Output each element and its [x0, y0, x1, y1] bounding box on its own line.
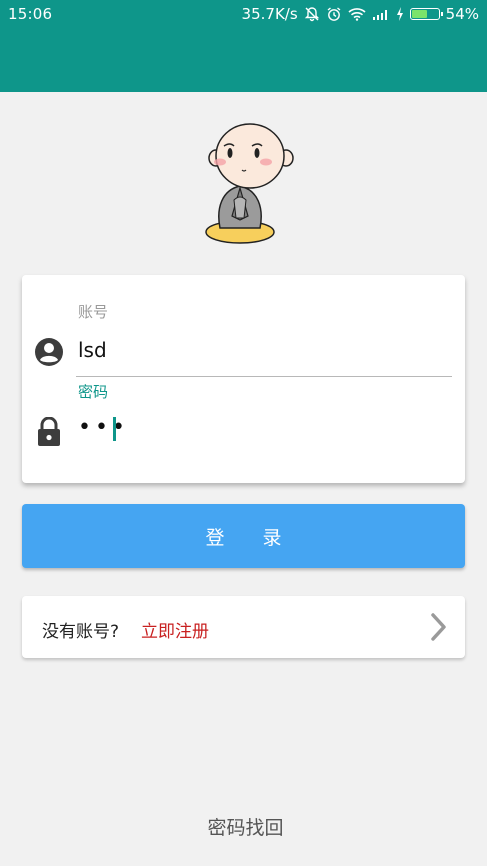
- battery-percent: 54%: [445, 5, 479, 23]
- text-cursor: [113, 417, 116, 441]
- bell-off-icon: [304, 6, 320, 22]
- recover-password-link[interactable]: 密码找回: [0, 813, 487, 840]
- monk-mascot-icon: [190, 120, 298, 246]
- login-button[interactable]: 登 录: [22, 504, 465, 568]
- status-time: 15:06: [8, 5, 53, 23]
- network-speed: 35.7K/s: [241, 5, 298, 23]
- charging-icon: [396, 7, 404, 21]
- signal-icon: [372, 8, 390, 20]
- chevron-right-icon[interactable]: [429, 612, 449, 646]
- app-header: 15:06 35.7K/s 54%: [0, 0, 487, 92]
- wifi-icon: [348, 7, 366, 21]
- recover-label: 密码找回: [207, 817, 284, 839]
- username-field[interactable]: lsd: [78, 338, 107, 362]
- lock-icon: [37, 416, 61, 451]
- password-field[interactable]: •••: [78, 415, 129, 440]
- username-underline: [76, 376, 452, 377]
- no-account-text: 没有账号?: [42, 622, 120, 642]
- register-link[interactable]: 立即注册: [141, 617, 209, 642]
- login-card: 账号 lsd 密码 •••: [22, 275, 465, 483]
- status-indicators: 35.7K/s 54%: [242, 4, 479, 24]
- account-circle-icon: [34, 337, 64, 371]
- register-row[interactable]: 没有账号? 立即注册: [22, 596, 465, 658]
- password-label: 密码: [78, 383, 109, 401]
- battery-icon: [409, 8, 443, 20]
- username-label: 账号: [78, 303, 109, 321]
- alarm-icon: [326, 6, 342, 22]
